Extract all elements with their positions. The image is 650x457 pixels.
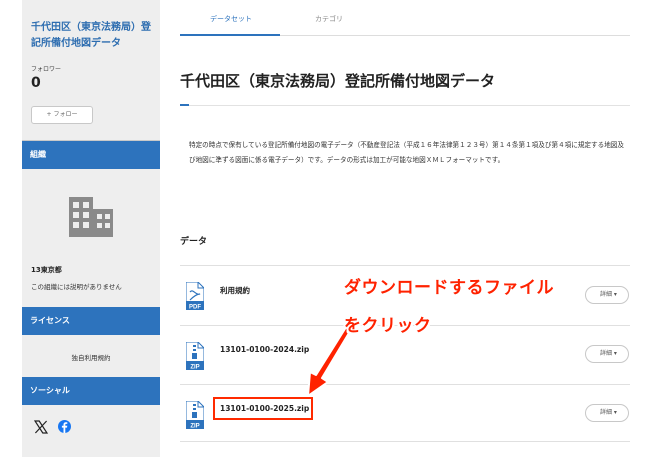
follower-label: フォロワー [31, 66, 62, 73]
pdf-file-icon: PDF [186, 282, 204, 310]
org-section-header: 組織 [22, 141, 160, 169]
follower-count: 0 [31, 75, 41, 91]
license-section-header: ライセンス [22, 307, 160, 335]
tab-active-indicator [180, 34, 280, 36]
org-name[interactable]: 13東京都 [31, 265, 62, 275]
detail-button[interactable]: 詳細 ▾ [585, 345, 629, 363]
dataset-description: 特定の時点で保有している登記所備付地図の電子データ（不動産登記法（平成１６年法律… [189, 141, 624, 164]
tab-dataset[interactable]: データセット [210, 14, 252, 24]
svg-text:PDF: PDF [189, 305, 201, 311]
resource-name[interactable]: 13101-0100-2024.zip [220, 345, 309, 354]
dataset-title[interactable]: 千代田区（東京法務局）登記所備付地図データ [31, 20, 155, 52]
data-heading: データ [180, 237, 208, 247]
svg-text:ZIP: ZIP [190, 365, 199, 371]
highlight-box [213, 397, 313, 420]
building-icon [69, 197, 113, 237]
facebook-icon[interactable] [58, 420, 71, 433]
page-title: 千代田区（東京法務局）登記所備付地図データ [180, 72, 496, 90]
annotation-line-1: ダウンロードするファイル [344, 278, 554, 298]
zip-file-icon: ZIP [186, 342, 204, 370]
sidebar: 千代田区（東京法務局）登記所備付地図データ フォロワー 0 + フォロー 組織 … [22, 0, 160, 457]
tab-category[interactable]: カテゴリ [315, 14, 343, 24]
social-section-header: ソーシャル [22, 377, 160, 405]
detail-button[interactable]: 詳細 ▾ [585, 286, 629, 304]
row-divider [180, 441, 630, 442]
title-divider [189, 105, 630, 106]
resource-name[interactable]: 利用規約 [220, 285, 250, 296]
svg-text:ZIP: ZIP [190, 424, 199, 430]
zip-file-icon: ZIP [186, 401, 204, 429]
org-description: この組織には説明がありません [31, 283, 122, 291]
row-divider [180, 265, 630, 266]
detail-button[interactable]: 詳細 ▾ [585, 404, 629, 422]
follow-button[interactable]: + フォロー [31, 106, 93, 124]
row-divider [180, 384, 630, 385]
title-accent [180, 104, 189, 106]
x-icon[interactable] [34, 420, 48, 434]
license-name: 独自利用規約 [71, 354, 111, 362]
annotation-line-2: をクリック [344, 316, 432, 336]
